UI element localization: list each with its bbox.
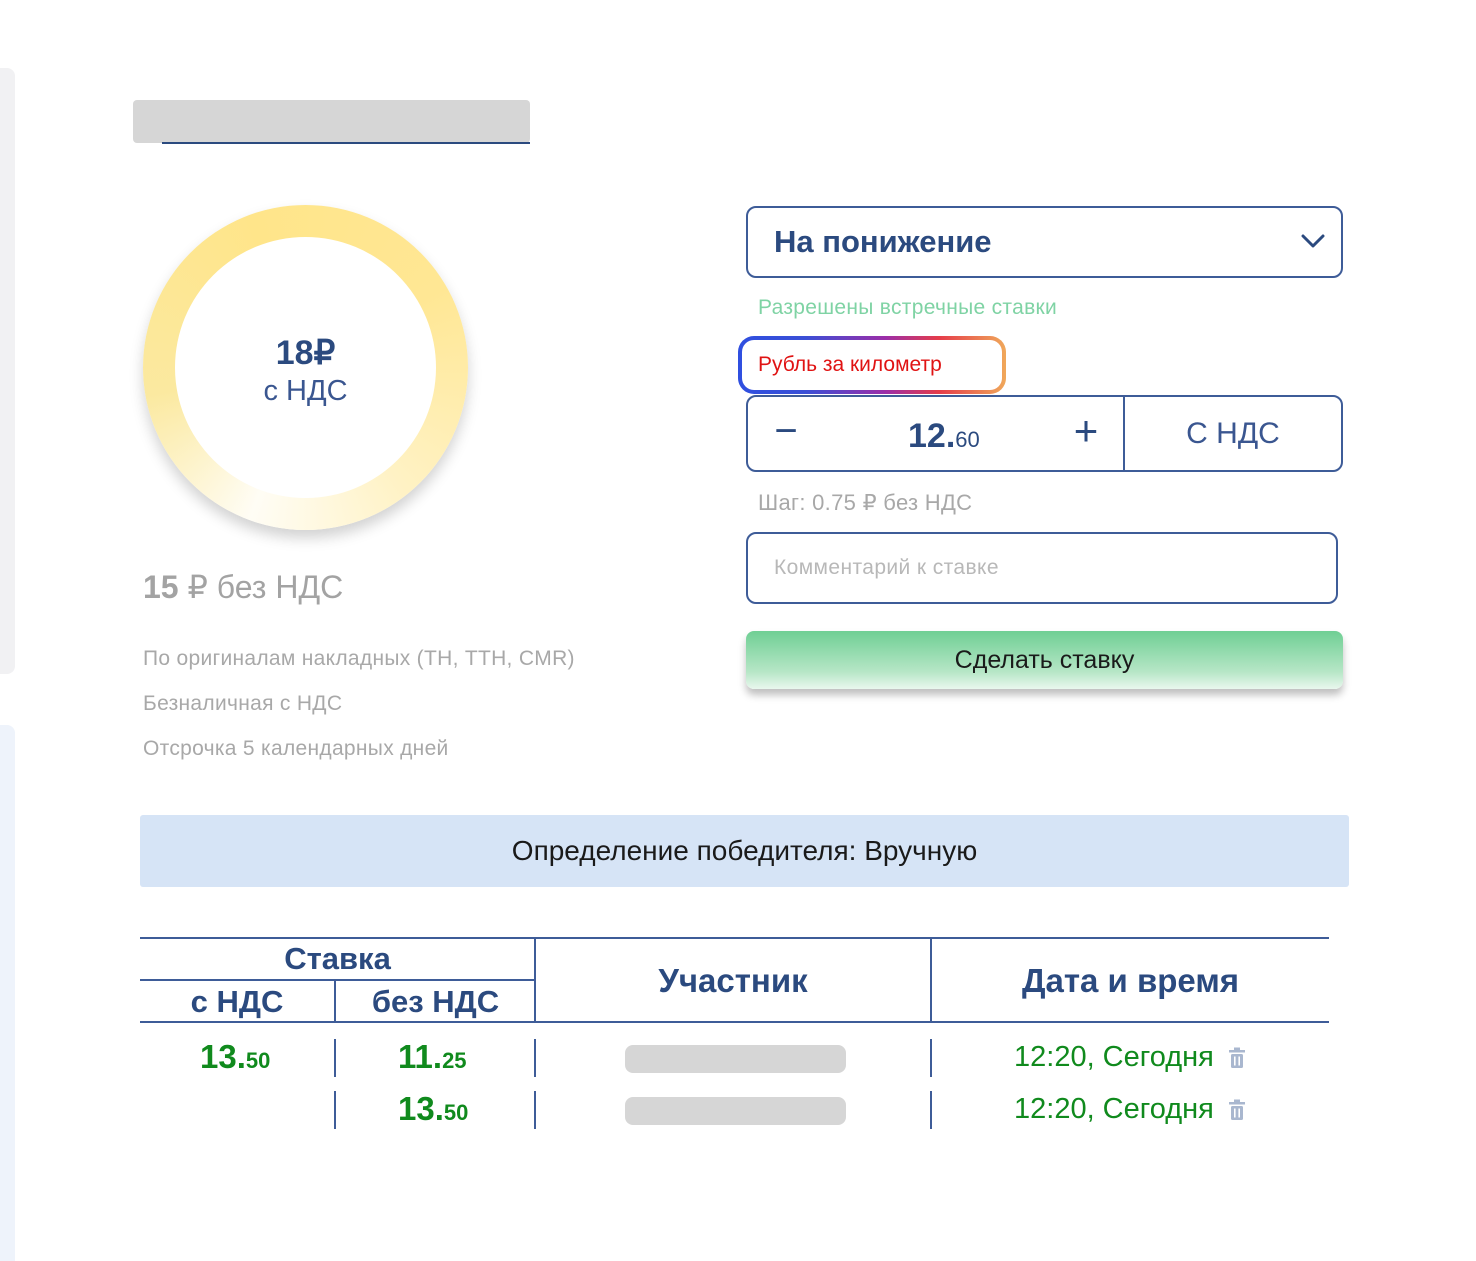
bid-datetime-text: 12:20, Сегодня: [1014, 1093, 1214, 1125]
vat-toggle-button[interactable]: С НДС: [1125, 397, 1341, 470]
bid-with-vat: 13.50: [200, 1038, 270, 1076]
bid-datetime: 12:20, Сегодня: [1014, 1041, 1246, 1074]
place-bid-button[interactable]: Сделать ставку: [746, 631, 1343, 689]
decrement-button[interactable]: −: [766, 411, 806, 451]
bid-without-vat-int: 13.: [398, 1090, 444, 1127]
condition-deferral: Отсрочка 5 календарных дней: [143, 737, 449, 760]
bid-with-vat-dec: 50: [245, 1048, 271, 1073]
bid-value-int: 12.: [908, 417, 956, 455]
price-without-vat: 15 ₽ без НДС: [143, 568, 343, 606]
left-panel-edge-top: [0, 68, 15, 674]
condition-documents: По оригиналам накладных (ТН, ТТН, CMR): [143, 647, 575, 670]
trash-icon[interactable]: [1228, 1099, 1246, 1121]
table-header-bottom-border: [140, 1021, 1329, 1023]
row-divider: [930, 1091, 932, 1129]
chevron-down-icon: [1301, 234, 1325, 248]
left-panel-edge-bottom: [0, 725, 15, 1261]
bid-mode-select[interactable]: На понижение: [746, 206, 1343, 278]
winner-determination-banner: Определение победителя: Вручную: [140, 815, 1349, 887]
trash-icon[interactable]: [1228, 1047, 1246, 1069]
price-without-vat-text: ₽ без НДС: [178, 569, 344, 605]
bid-with-vat-int: 13.: [200, 1038, 246, 1075]
price-ring-inner: 18₽ с НДС: [175, 237, 436, 498]
bid-datetime-text: 12:20, Сегодня: [1014, 1041, 1214, 1073]
bid-without-vat-int: 11.: [398, 1038, 443, 1075]
bid-step-note: Шаг: 0.75 ₽ без НДС: [758, 490, 973, 515]
bid-without-vat-dec: 25: [442, 1048, 467, 1073]
price-ring-vat-label: с НДС: [263, 375, 348, 407]
bid-without-vat: 11.25: [398, 1038, 467, 1076]
participant-redacted: [625, 1097, 846, 1125]
increment-button[interactable]: +: [1066, 410, 1106, 453]
price-ring-value: 18₽: [275, 334, 336, 372]
table-group-divider: [140, 979, 535, 981]
condition-payment: Безналичная с НДС: [143, 692, 343, 715]
title-underline: [162, 142, 530, 144]
row-divider: [334, 1091, 336, 1129]
unit-label: Рубль за километр: [742, 340, 1002, 390]
row-divider: [534, 1091, 536, 1129]
bid-value[interactable]: 12.60: [908, 417, 980, 456]
bid-value-dec: 60: [955, 427, 980, 452]
bid-without-vat: 13.50: [398, 1090, 468, 1128]
bid-datetime: 12:20, Сегодня: [1014, 1093, 1246, 1126]
table-top-border: [140, 937, 1329, 939]
bid-stepper-controls: − 12.60 +: [748, 397, 1125, 470]
header-participant[interactable]: Участник: [536, 962, 930, 1000]
row-divider: [534, 1039, 536, 1077]
header-datetime[interactable]: Дата и время: [932, 962, 1329, 1000]
participant-redacted: [625, 1045, 846, 1073]
bid-comment-input[interactable]: [746, 532, 1338, 604]
header-bid-group: Ставка: [284, 941, 391, 976]
order-title-redacted[interactable]: [133, 100, 530, 143]
bid-mode-value: На понижение: [774, 224, 992, 259]
price-ring: 18₽ с НДС: [143, 205, 468, 530]
bid-stepper: − 12.60 + С НДС: [746, 395, 1343, 472]
counter-bids-note: Разрешены встречные ставки: [758, 296, 1058, 319]
header-with-vat[interactable]: с НДС: [140, 984, 334, 1020]
header-without-vat[interactable]: без НДС: [336, 984, 535, 1020]
row-divider: [334, 1039, 336, 1077]
unit-badge: Рубль за километр: [738, 336, 1006, 394]
price-without-vat-amount: 15: [143, 569, 179, 605]
bid-without-vat-dec: 50: [443, 1100, 469, 1125]
row-divider: [930, 1039, 932, 1077]
